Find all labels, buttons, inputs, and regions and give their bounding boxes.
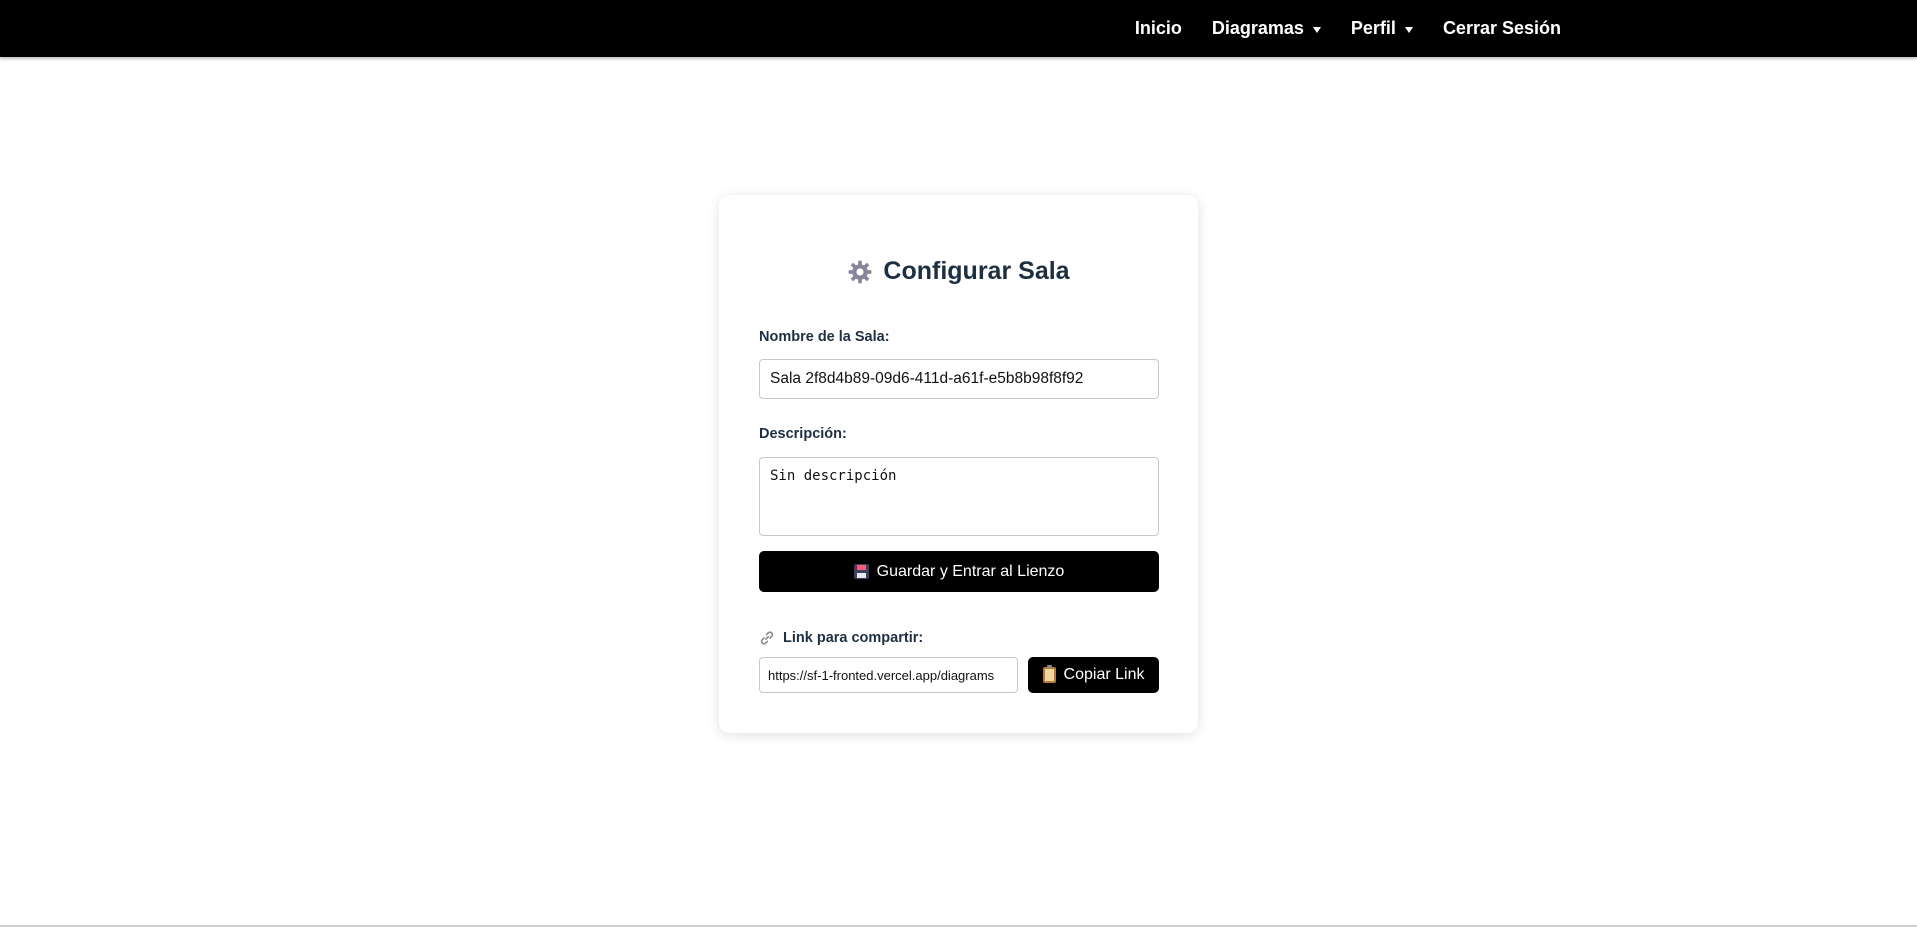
gear-icon bbox=[849, 260, 872, 283]
link-icon bbox=[760, 631, 774, 645]
copy-button-label: Copiar Link bbox=[1063, 666, 1145, 683]
clipboard-icon bbox=[1042, 665, 1056, 683]
nav-item-label: Inicio bbox=[1134, 18, 1182, 38]
nav-item-label: Diagramas bbox=[1211, 18, 1304, 38]
nav-item-diagramas[interactable]: Diagramas bbox=[1212, 18, 1321, 39]
description-textarea[interactable]: Sin descripción bbox=[759, 457, 1159, 536]
nav-item-cerrar-sesion[interactable]: Cerrar Sesión bbox=[1443, 18, 1561, 39]
room-name-input[interactable] bbox=[759, 359, 1159, 399]
nav-item-label: Cerrar Sesión bbox=[1442, 18, 1561, 38]
nav-item-perfil[interactable]: Perfil bbox=[1351, 18, 1413, 39]
room-name-label: Nombre de la Sala: bbox=[759, 329, 890, 345]
save-button-label: Guardar y Entrar al Lienzo bbox=[876, 562, 1065, 580]
share-link-label-text: Link para compartir: bbox=[783, 630, 924, 646]
caret-down-icon bbox=[1312, 26, 1321, 33]
top-navbar: Inicio Diagramas Perfil Cerrar Sesión bbox=[0, 0, 1917, 57]
caret-down-icon bbox=[1404, 26, 1413, 33]
floppy-disk-icon bbox=[853, 564, 869, 579]
save-and-enter-button[interactable]: Guardar y Entrar al Lienzo bbox=[759, 551, 1159, 592]
share-link-label: Link para compartir: bbox=[759, 630, 923, 646]
page-title-text: Configurar Sala bbox=[883, 257, 1070, 285]
configure-room-card: Configurar Sala Nombre de la Sala: Descr… bbox=[719, 195, 1198, 733]
nav-item-inicio[interactable]: Inicio bbox=[1135, 18, 1182, 39]
page-title: Configurar Sala bbox=[719, 257, 1198, 286]
share-link-input[interactable] bbox=[759, 657, 1018, 693]
description-label: Descripción: bbox=[759, 426, 847, 442]
nav-links: Inicio Diagramas Perfil Cerrar Sesión bbox=[1135, 0, 1561, 57]
nav-item-label: Perfil bbox=[1350, 18, 1396, 38]
copy-link-button[interactable]: Copiar Link bbox=[1028, 657, 1159, 693]
